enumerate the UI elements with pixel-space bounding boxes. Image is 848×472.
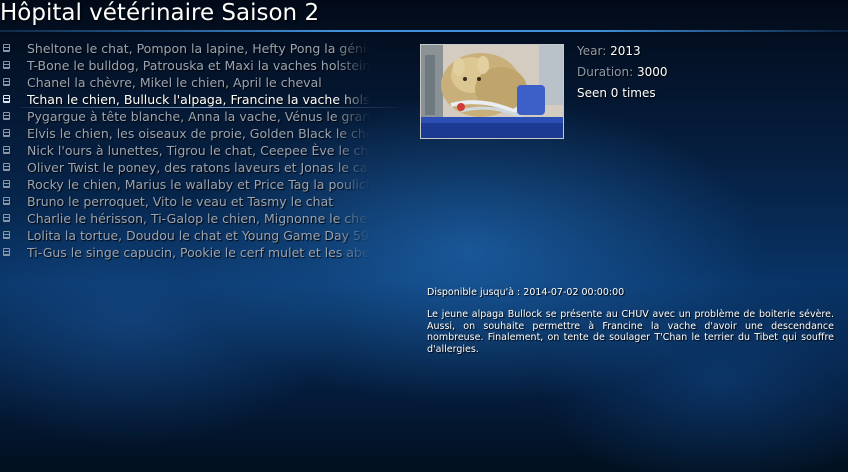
list-item[interactable]: Rocky le chien, Marius le wallaby et Pri… [0, 176, 400, 193]
episode-icon [3, 180, 10, 188]
episode-title: Sheltone le chat, Pompon la lapine, Heft… [27, 41, 370, 56]
episode-metadata: Year: 2013 Duration: 3000 Seen 0 times [577, 41, 668, 104]
episode-title: Lolita la tortue, Doudou le chat et Youn… [27, 228, 370, 243]
episode-title: Chanel la chèvre, Mikel le chien, April … [27, 75, 322, 90]
episode-list: Sheltone le chat, Pompon la lapine, Heft… [0, 40, 400, 261]
list-item[interactable]: Sheltone le chat, Pompon la lapine, Heft… [0, 40, 400, 57]
episode-icon [3, 248, 10, 256]
episode-icon [3, 197, 10, 205]
duration-row: Duration: 3000 [577, 62, 668, 83]
episode-title: Tchan le chien, Bulluck l'alpaga, Franci… [27, 92, 370, 107]
episode-title: Pygargue à tête blanche, Anna la vache, … [27, 109, 370, 124]
list-item[interactable]: T-Bone le bulldog, Patrouska et Maxi la … [0, 57, 400, 74]
episode-icon [3, 163, 10, 171]
availability-date: Disponible jusqu'à : 2014-07-02 00:00:00 [427, 287, 625, 298]
list-item[interactable]: Elvis le chien, les oiseaux de proie, Go… [0, 125, 400, 142]
episode-thumbnail [420, 44, 564, 139]
episode-description: Le jeune alpaga Bullock se présente au C… [427, 309, 834, 355]
episode-title: Elvis le chien, les oiseaux de proie, Go… [27, 126, 370, 141]
episode-title: Charlie le hérisson, Ti-Galop le chien, … [27, 211, 370, 226]
duration-value: 3000 [637, 65, 668, 79]
episode-icon [3, 214, 10, 222]
year-row: Year: 2013 [577, 41, 668, 62]
episode-title: Ti-Gus le singe capucin, Pookie le cerf … [27, 245, 370, 260]
episode-title: T-Bone le bulldog, Patrouska et Maxi la … [27, 58, 370, 73]
episode-title: Nick l'ours à lunettes, Tigrou le chat, … [27, 143, 370, 158]
list-item[interactable]: Nick l'ours à lunettes, Tigrou le chat, … [0, 142, 400, 159]
list-item[interactable]: Charlie le hérisson, Ti-Galop le chien, … [0, 210, 400, 227]
episode-title: Rocky le chien, Marius le wallaby et Pri… [27, 177, 370, 192]
list-item[interactable]: Oliver Twist le poney, des ratons laveur… [0, 159, 400, 176]
list-item[interactable]: Ti-Gus le singe capucin, Pookie le cerf … [0, 244, 400, 261]
list-item[interactable]: Pygargue à tête blanche, Anna la vache, … [0, 108, 400, 125]
episode-icon [3, 112, 10, 120]
page-title: Hôpital vétérinaire Saison 2 [0, 0, 320, 26]
episode-title: Oliver Twist le poney, des ratons laveur… [27, 160, 370, 175]
episode-icon [3, 146, 10, 154]
episode-icon [3, 95, 10, 103]
list-item-selected[interactable]: Tchan le chien, Bulluck l'alpaga, Franci… [0, 91, 400, 108]
episode-icon [3, 129, 10, 137]
year-label: Year: [577, 44, 607, 58]
list-item[interactable]: Bruno le perroquet, Vito le veau et Tasm… [0, 193, 400, 210]
episode-icon [3, 231, 10, 239]
duration-label: Duration: [577, 65, 634, 79]
episode-title: Bruno le perroquet, Vito le veau et Tasm… [27, 194, 334, 209]
list-item[interactable]: Lolita la tortue, Doudou le chat et Youn… [0, 227, 400, 244]
year-value: 2013 [610, 44, 641, 58]
episode-icon [3, 78, 10, 86]
episode-thumbnail-alpaca-icon [421, 45, 563, 138]
seen-count: Seen 0 times [577, 86, 656, 100]
episode-icon [3, 44, 10, 52]
episode-icon [3, 61, 10, 69]
list-item[interactable]: Chanel la chèvre, Mikel le chien, April … [0, 74, 400, 91]
title-divider [0, 30, 848, 32]
